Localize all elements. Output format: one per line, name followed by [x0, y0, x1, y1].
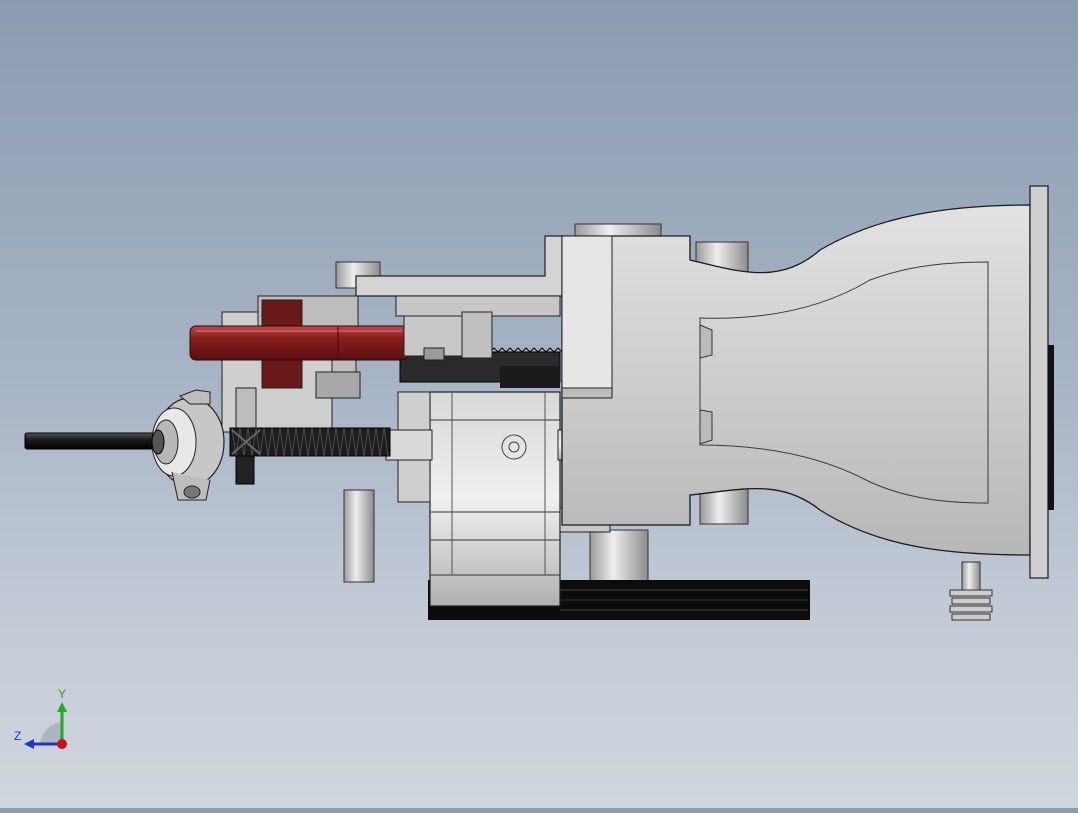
triad-graphic: Y Z [14, 687, 67, 749]
bearing-housing [151, 389, 225, 501]
foot-spring [949, 561, 993, 621]
z-axis-arrowhead [24, 739, 34, 749]
orientation-triad[interactable]: Y Z [10, 686, 80, 756]
cad-viewport[interactable] [0, 0, 1078, 808]
y-axis-arrowhead [57, 702, 67, 712]
assembly-model[interactable] [0, 0, 1078, 808]
y-axis-label: Y [58, 687, 66, 701]
z-axis-label: Z [14, 729, 21, 743]
x-axis-origin [57, 739, 67, 749]
main-housing [561, 185, 1054, 579]
